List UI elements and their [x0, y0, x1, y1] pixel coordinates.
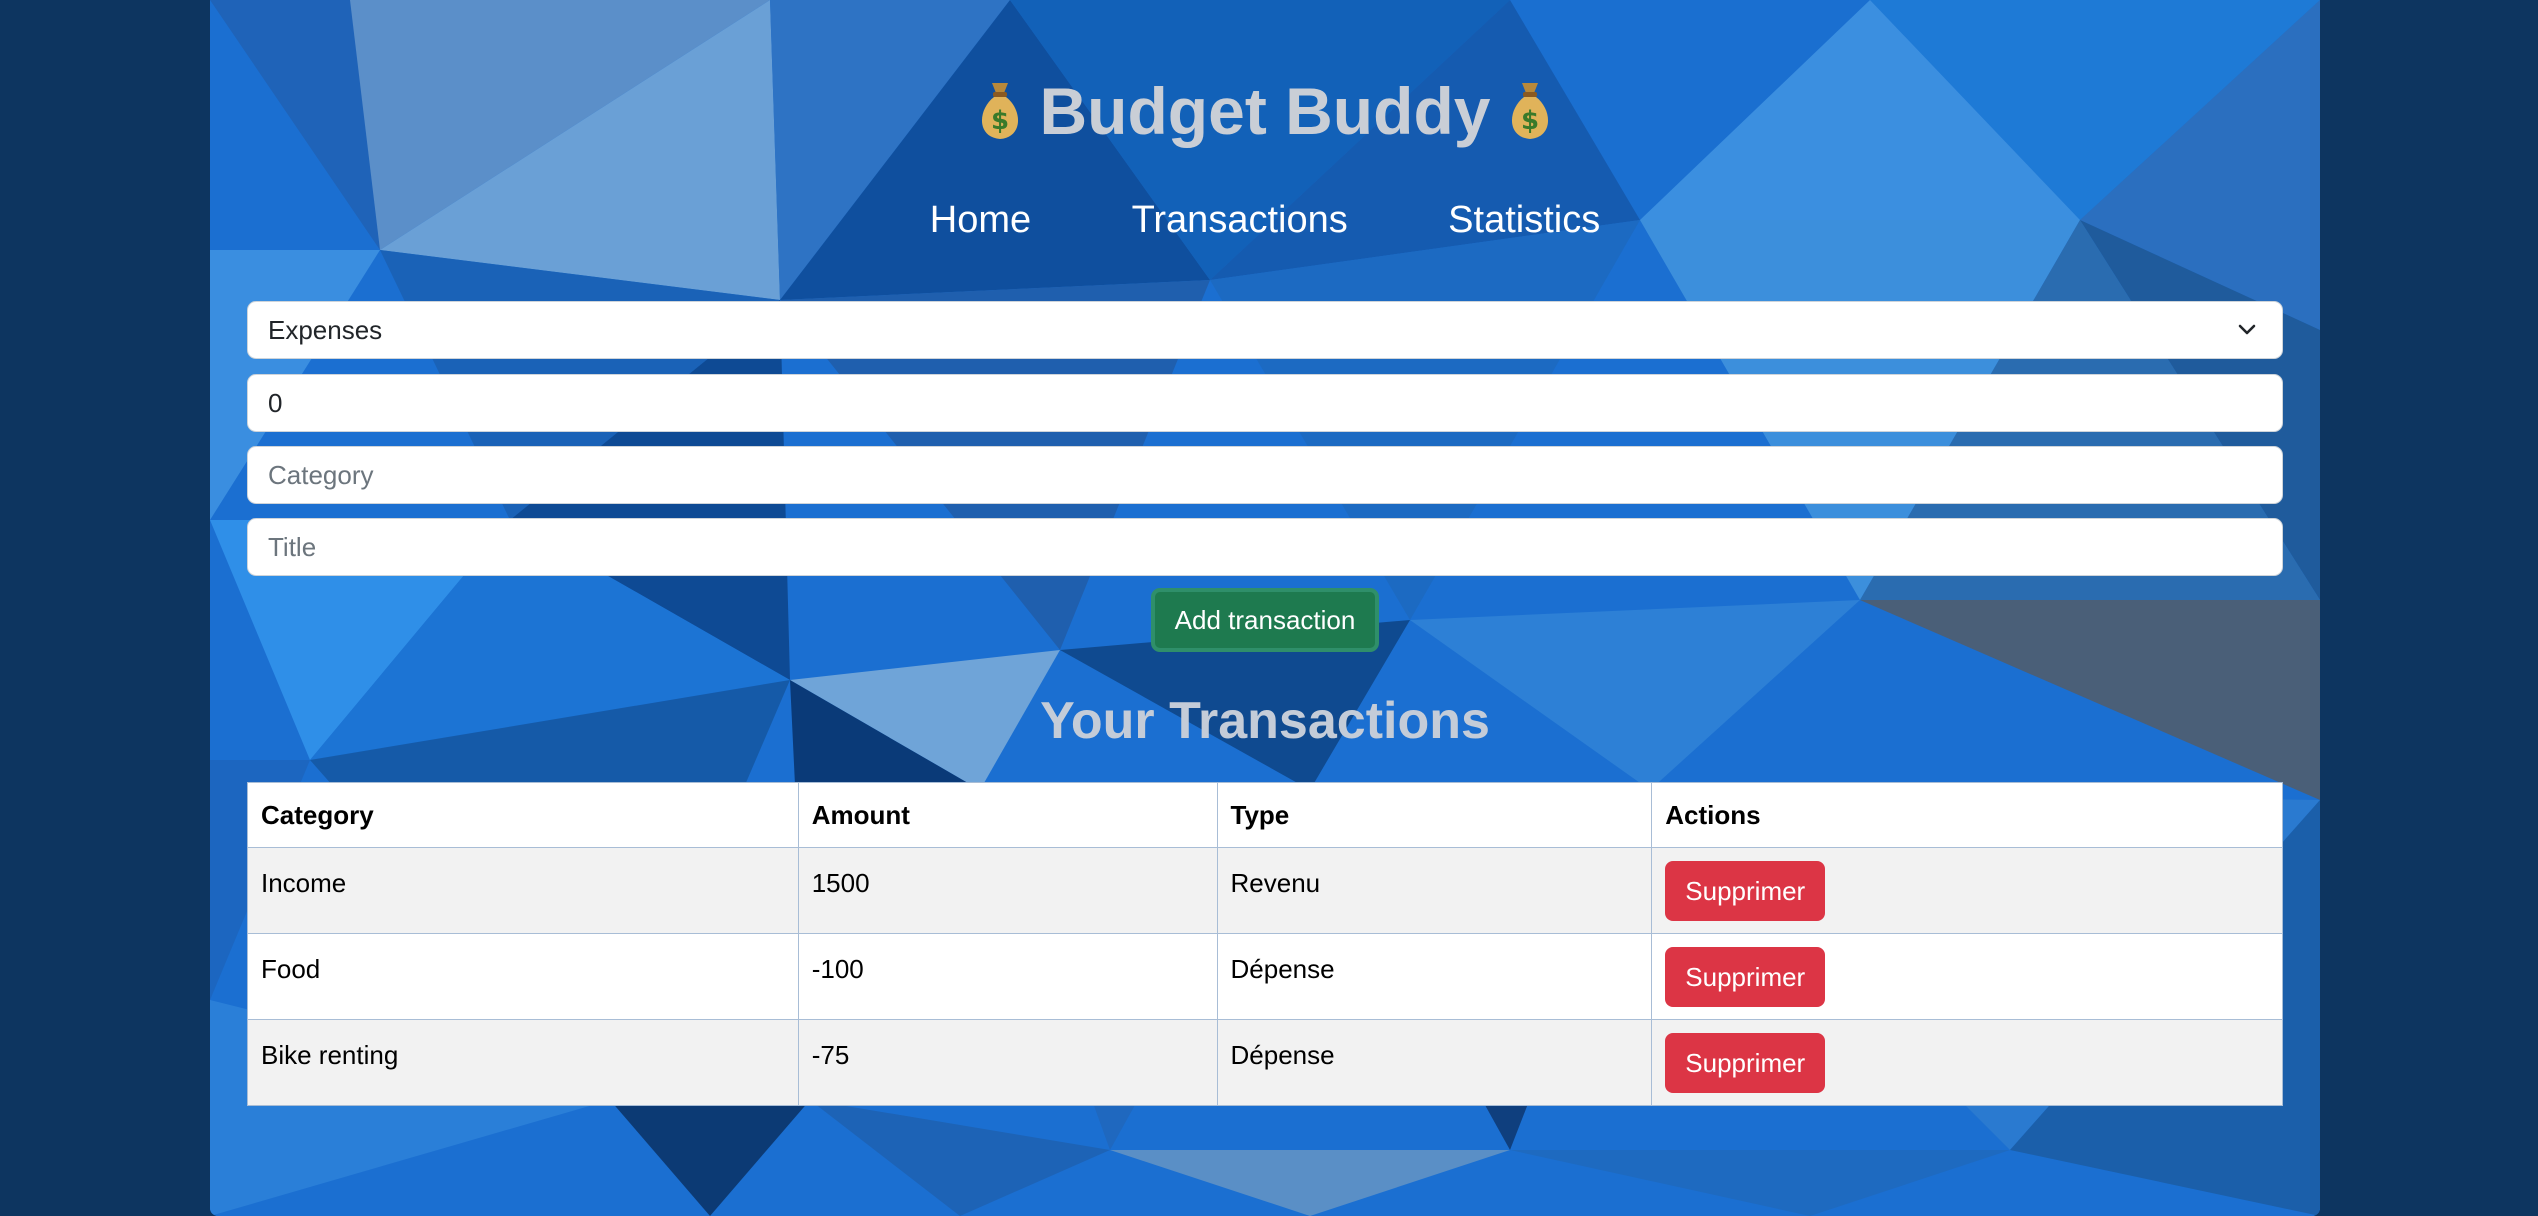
table-row: Income 1500 Revenu Supprimer: [247, 847, 2283, 934]
nav-link-transactions[interactable]: Transactions: [1132, 190, 1348, 250]
column-header-category: Category: [247, 782, 799, 848]
add-transaction-button[interactable]: Add transaction: [1151, 588, 1379, 652]
column-header-actions: Actions: [1651, 782, 2283, 848]
transactions-heading: Your Transactions: [1040, 692, 1490, 750]
cell-category: Income: [247, 847, 799, 934]
svg-text:$: $: [1521, 106, 1539, 136]
title-input-placeholder: Title: [268, 532, 317, 562]
cell-amount: -75: [797, 1019, 1218, 1106]
chevron-down-icon: [2238, 324, 2256, 335]
transaction-type-select[interactable]: Expenses: [247, 301, 2283, 359]
cell-actions: Supprimer: [1651, 847, 2283, 934]
cell-actions: Supprimer: [1651, 933, 2283, 1020]
cell-type: Revenu: [1216, 847, 1653, 934]
category-input[interactable]: Category: [247, 446, 2283, 504]
page-content: $ Budget Buddy $ Home Transactions Stati…: [210, 0, 2320, 1216]
nav-link-home[interactable]: Home: [930, 190, 1031, 250]
title-input[interactable]: Title: [247, 518, 2283, 576]
transaction-type-value: Expenses: [268, 315, 383, 345]
column-header-type: Type: [1216, 782, 1653, 848]
cell-actions: Supprimer: [1651, 1019, 2283, 1106]
cell-category: Bike renting: [247, 1019, 799, 1106]
delete-button[interactable]: Supprimer: [1665, 1033, 1826, 1093]
money-bag-icon: $: [981, 82, 1018, 139]
app-title: $ Budget Buddy $: [210, 66, 2320, 156]
table-row: Bike renting -75 Dépense Supprimer: [247, 1019, 2283, 1106]
cell-type: Dépense: [1216, 933, 1653, 1020]
amount-input-value: 0: [268, 388, 283, 418]
browser-viewport: $ Budget Buddy $ Home Transactions Stati…: [0, 0, 2538, 1216]
app-container: $ Budget Buddy $ Home Transactions Stati…: [210, 0, 2320, 1216]
table-header-row: Category Amount Type Actions: [247, 782, 2283, 848]
cell-amount: 1500: [797, 847, 1218, 934]
table-row: Food -100 Dépense Supprimer: [247, 933, 2283, 1020]
delete-button[interactable]: Supprimer: [1665, 861, 1826, 921]
main-nav: Home Transactions Statistics: [210, 190, 2320, 250]
cell-type: Dépense: [1216, 1019, 1653, 1106]
column-header-amount: Amount: [797, 782, 1218, 848]
app-title-text: Budget Buddy: [1039, 74, 1491, 148]
delete-button[interactable]: Supprimer: [1665, 947, 1826, 1007]
amount-input[interactable]: 0: [247, 374, 2283, 432]
cell-category: Food: [247, 933, 799, 1020]
transactions-table: Category Amount Type Actions Income 1500…: [247, 782, 2283, 1106]
money-bag-icon: $: [1512, 82, 1549, 139]
svg-text:$: $: [990, 106, 1008, 136]
cell-amount: -100: [797, 933, 1218, 1020]
category-input-placeholder: Category: [268, 460, 374, 490]
nav-link-statistics[interactable]: Statistics: [1448, 190, 1600, 250]
